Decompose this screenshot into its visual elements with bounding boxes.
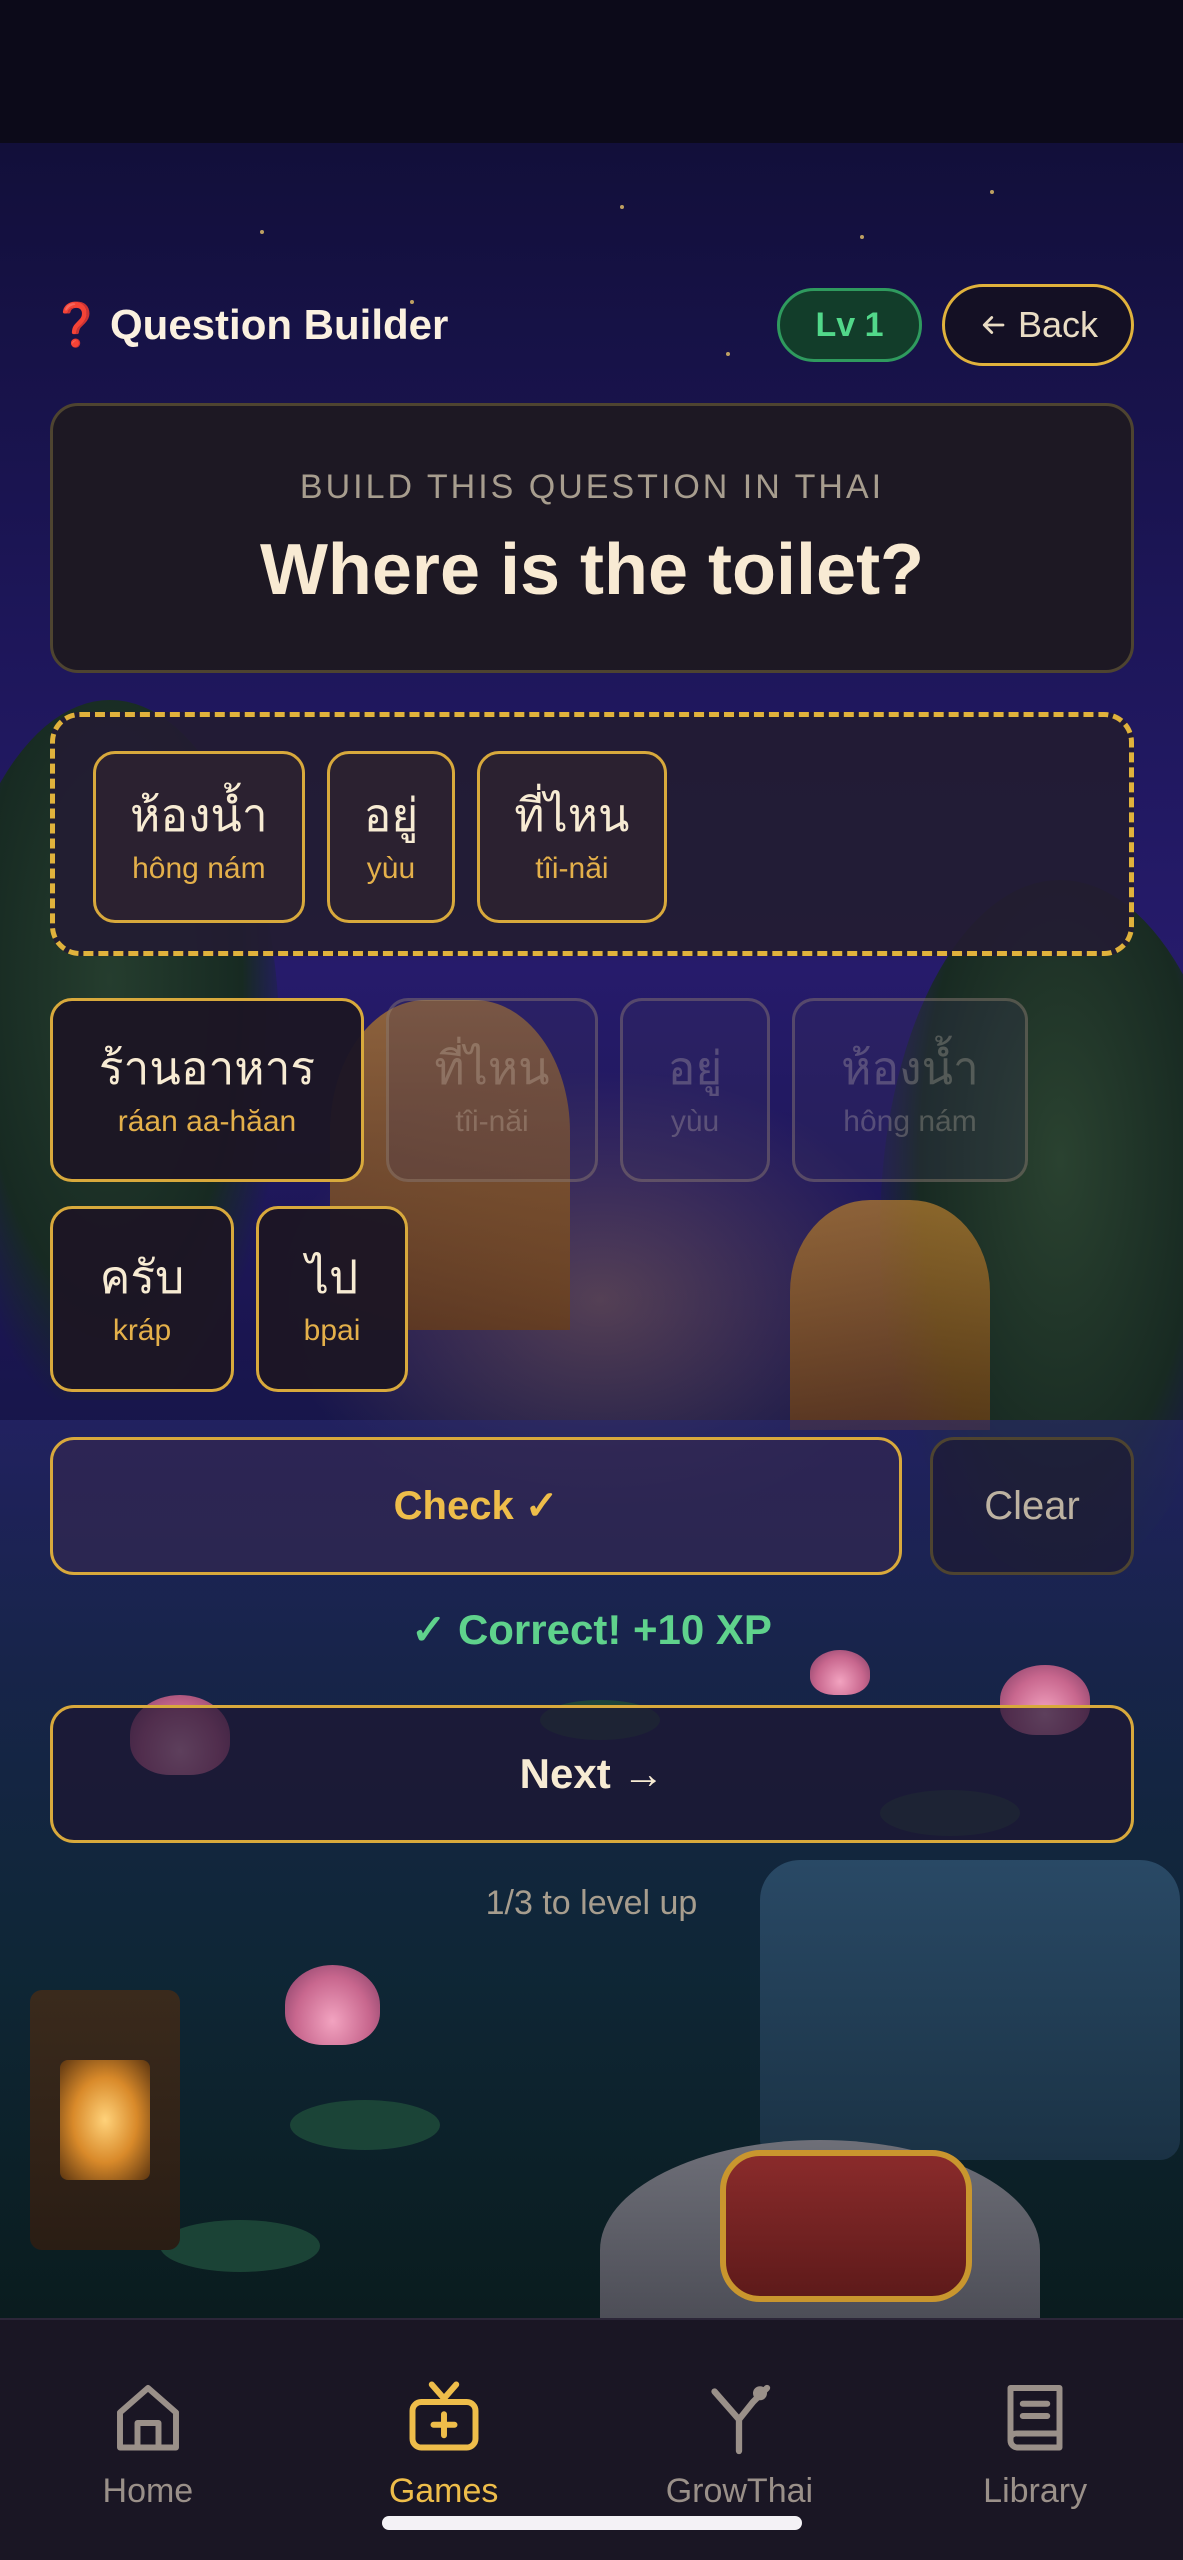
lotus-flower (810, 1650, 870, 1695)
question-mark-icon: ❓ (50, 300, 103, 349)
word-tile-used: อยู่ yùu (620, 998, 770, 1182)
word-bank: ร้านอาหาร ráan aa-hăan ที่ไหน tîi-năi อย… (50, 998, 1134, 1416)
back-button[interactable]: Back (942, 284, 1134, 366)
word-tile-used: ห้องน้ำ hông nám (792, 998, 1028, 1182)
clear-button[interactable]: Clear (930, 1437, 1134, 1575)
tile-romanization: hông nám (843, 1104, 977, 1138)
tile-thai: ที่ไหน (514, 788, 630, 843)
nav-label-home: Home (102, 2472, 194, 2510)
nav-label-library: Library (983, 2472, 1088, 2510)
tile-romanization: tîi-năi (535, 851, 609, 885)
tile-thai: ห้องน้ำ (841, 1041, 979, 1096)
status-bar (0, 0, 1183, 143)
word-tile[interactable]: ไป bpai (256, 1206, 408, 1392)
tile-romanization: hông nám (132, 851, 266, 885)
check-button[interactable]: Check ✓ (50, 1437, 902, 1575)
prompt-question: Where is the toilet? (259, 530, 925, 610)
word-tile[interactable]: ร้านอาหาร ráan aa-hăan (50, 998, 364, 1182)
arrow-left-icon (982, 316, 1005, 334)
tile-thai: ที่ไหน (434, 1041, 550, 1096)
growthai-figure-icon (711, 2384, 771, 2455)
prompt-card: BUILD THIS QUESTION IN THAI Where is the… (50, 403, 1134, 673)
nav-label-games: Games (388, 2472, 499, 2510)
home-indicator[interactable] (382, 2516, 802, 2530)
answer-drop-zone[interactable]: ห้องน้ำ hông nám อยู่ yùu ที่ไหน tîi-năi (50, 712, 1134, 956)
page-title: Question Builder (110, 301, 449, 348)
level-progress-text: 1/3 to level up (485, 1884, 698, 1922)
lotus-flower (285, 1965, 380, 2045)
tile-thai: อยู่ (363, 788, 419, 843)
tile-thai: ห้องน้ำ (130, 788, 268, 843)
nav-item-home[interactable]: Home (0, 2320, 296, 2560)
stone-lantern (30, 1990, 180, 2250)
tile-romanization: bpai (303, 1313, 361, 1347)
tile-romanization: ráan aa-hăan (117, 1104, 297, 1138)
book-icon (1007, 2385, 1063, 2451)
word-tile[interactable]: ครับ kráp (50, 1206, 234, 1392)
tile-thai: ไป (305, 1250, 359, 1305)
home-icon (116, 2385, 179, 2451)
answer-tile[interactable]: ที่ไหน tîi-năi (477, 751, 667, 923)
prompt-label: BUILD THIS QUESTION IN THAI (299, 468, 885, 506)
word-tile-used: ที่ไหน tîi-năi (386, 998, 598, 1182)
back-label: Back (1017, 304, 1099, 345)
nav-label-growthai: GrowThai (665, 2472, 814, 2510)
level-badge: Lv 1 (777, 288, 922, 362)
tile-thai: ร้านอาหาร (98, 1041, 316, 1096)
answer-tile[interactable]: อยู่ yùu (326, 751, 456, 923)
nav-item-library[interactable]: Library (887, 2320, 1183, 2560)
answer-tile[interactable]: ห้องน้ำ hông nám (93, 751, 305, 923)
tile-romanization: yùu (670, 1104, 720, 1138)
feedback-message: ✓ Correct! +10 XP (411, 1606, 772, 1653)
tile-romanization: kráp (112, 1313, 172, 1347)
tile-thai: อยู่ (667, 1041, 723, 1096)
games-tv-icon (409, 2381, 479, 2451)
tile-romanization: tîi-năi (455, 1104, 529, 1138)
tile-thai: ครับ (99, 1250, 185, 1305)
tile-romanization: yùu (366, 851, 416, 885)
header: ❓ Question Builder Lv 1 Back (50, 283, 1134, 367)
next-button[interactable]: Next → (50, 1705, 1134, 1843)
